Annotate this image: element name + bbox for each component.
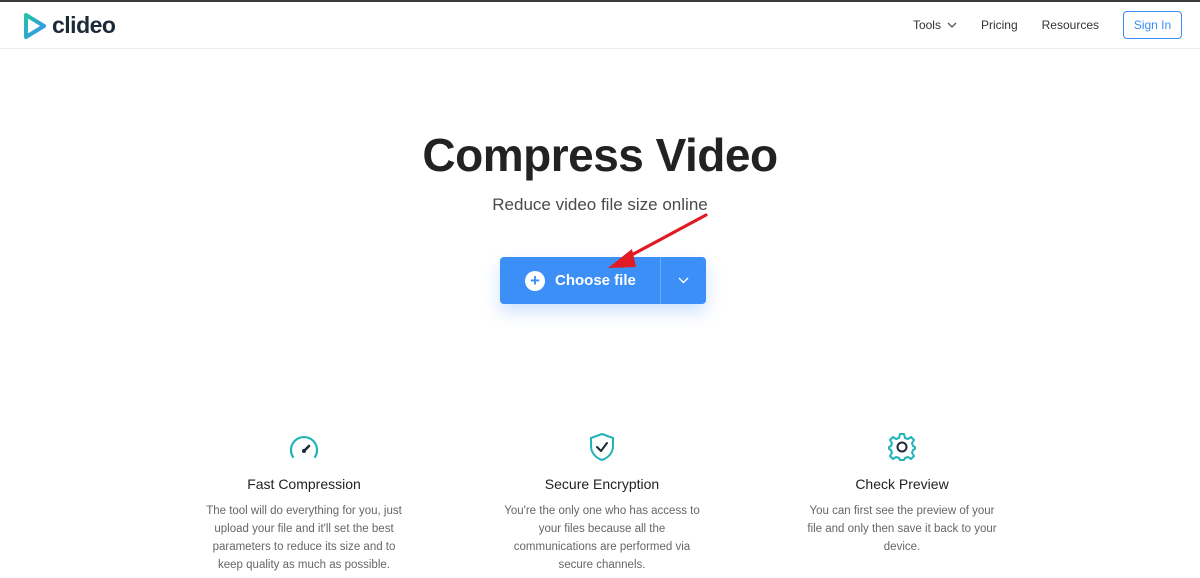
red-arrow-annotation-icon [608, 213, 708, 268]
nav-tools-label: Tools [912, 18, 941, 32]
sign-in-button[interactable]: Sign In [1123, 11, 1182, 39]
nav-resources[interactable]: Resources [1042, 18, 1099, 32]
feature-text: The tool will do everything for you, jus… [206, 505, 402, 571]
page-title: Compress Video [422, 129, 778, 181]
chevron-down-icon [947, 22, 957, 28]
feature-title: Secure Encryption [544, 476, 660, 492]
feature-text: You're the only one who has access to yo… [504, 505, 700, 571]
brand-logo[interactable]: clideo [24, 12, 116, 39]
feature-title: Fast Compression [247, 476, 361, 492]
feature-text: You can first see the preview of your fi… [807, 505, 997, 553]
feature-check-preview: Check Preview You can first see the prev… [802, 432, 1002, 556]
top-nav: Tools Pricing Resources Sign In [913, 11, 1182, 39]
feature-fast-compression: Fast Compression The tool will do everyt… [204, 432, 404, 574]
site-header: clideo Tools Pricing Resources Sign In [0, 2, 1200, 49]
plus-icon: + [525, 270, 545, 291]
nav-tools[interactable]: Tools [913, 18, 957, 32]
speedometer-icon [289, 436, 319, 459]
nav-pricing[interactable]: Pricing [981, 18, 1018, 32]
shield-check-icon [590, 433, 614, 461]
feature-secure-encryption: Secure Encryption You're the only one wh… [502, 432, 702, 574]
gear-icon [888, 433, 916, 461]
play-triangle-icon [24, 12, 46, 39]
feature-title: Check Preview [855, 476, 949, 492]
chevron-down-icon [678, 277, 689, 284]
brand-name: clideo [52, 12, 116, 38]
choose-file-label: Choose file [555, 272, 636, 289]
